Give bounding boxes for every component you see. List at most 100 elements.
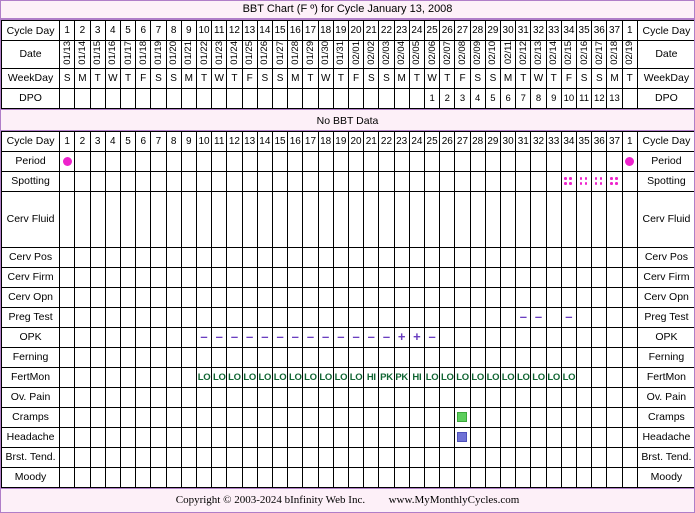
preg_test-cell-6[interactable] [135,306,152,328]
headache-cell-33[interactable] [545,426,562,448]
brst_tend-cell-21[interactable] [363,446,380,468]
ferning-cell-16[interactable] [287,346,304,368]
moody-cell-12[interactable] [226,466,243,488]
cerv_opn-cell-3[interactable] [89,286,106,308]
cramps-cell-3[interactable] [89,406,106,428]
headache-cell-30[interactable] [499,426,517,448]
cerv_pos-cell-20[interactable] [347,246,365,268]
ferning-cell-30[interactable] [499,346,517,368]
ov_pain-cell-30[interactable] [499,386,517,408]
footer-site-link[interactable]: www.MyMonthlyCycles.com [389,494,520,506]
preg_test-cell-37[interactable] [606,306,623,328]
headache-cell-32[interactable] [530,426,547,448]
cramps-cell-15[interactable] [271,406,289,428]
cerv_pos-cell-13[interactable] [241,246,258,268]
fertmon-cell-4[interactable] [104,366,121,388]
cerv_firm-cell-14[interactable] [256,266,273,288]
ferning-cell-5[interactable] [119,346,137,368]
ferning-cell-24[interactable] [408,346,425,368]
opk-cell-18[interactable]: – [317,326,334,348]
preg_test-cell-1[interactable] [59,306,76,328]
spotting-cell-26[interactable] [439,170,456,192]
cerv_firm-cell-10[interactable] [195,266,213,288]
cerv_firm-cell-1[interactable] [59,266,76,288]
spotting-cell-21[interactable] [363,170,380,192]
cerv_pos-cell-27[interactable] [454,246,471,268]
preg_test-cell-25[interactable] [423,306,441,328]
headache-cell-5[interactable] [119,426,137,448]
cerv_opn-cell-38[interactable] [621,286,638,308]
headache-cell-23[interactable] [393,426,410,448]
headache-cell-16[interactable] [287,426,304,448]
brst_tend-cell-38[interactable] [621,446,638,468]
cramps-cell-29[interactable] [484,406,502,428]
cerv_fluid-cell-28[interactable] [469,190,486,248]
headache-cell-31[interactable] [515,426,532,448]
period-cell-33[interactable] [545,150,562,172]
spotting-cell-27[interactable] [454,170,471,192]
cramps-cell-24[interactable] [408,406,425,428]
headache-cell-14[interactable] [256,426,273,448]
fertmon-cell-10[interactable]: LO [195,366,213,388]
cerv_fluid-cell-5[interactable] [119,190,137,248]
period-cell-8[interactable] [165,150,182,172]
preg_test-cell-16[interactable] [287,306,304,328]
opk-cell-36[interactable] [591,326,608,348]
fertmon-cell-19[interactable]: LO [332,366,349,388]
preg_test-cell-11[interactable] [211,306,228,328]
cramps-cell-27[interactable] [454,406,471,428]
spotting-cell-25[interactable] [423,170,441,192]
ov_pain-cell-10[interactable] [195,386,213,408]
cerv_opn-cell-25[interactable] [423,286,441,308]
cerv_firm-cell-17[interactable] [302,266,319,288]
cerv_fluid-cell-12[interactable] [226,190,243,248]
cerv_fluid-cell-36[interactable] [591,190,608,248]
brst_tend-cell-4[interactable] [104,446,121,468]
cerv_opn-cell-34[interactable] [560,286,578,308]
cerv_pos-cell-10[interactable] [195,246,213,268]
ferning-cell-33[interactable] [545,346,562,368]
opk-cell-34[interactable] [560,326,578,348]
spotting-cell-34[interactable] [560,170,578,192]
period-cell-10[interactable] [195,150,213,172]
fertmon-cell-16[interactable]: LO [287,366,304,388]
period-cell-22[interactable] [378,150,395,172]
cramps-cell-7[interactable] [150,406,167,428]
ferning-cell-10[interactable] [195,346,213,368]
headache-cell-8[interactable] [165,426,182,448]
spotting-cell-31[interactable] [515,170,532,192]
spotting-cell-8[interactable] [165,170,182,192]
cerv_pos-cell-5[interactable] [119,246,137,268]
cerv_opn-cell-29[interactable] [484,286,502,308]
ferning-cell-17[interactable] [302,346,319,368]
cramps-cell-38[interactable] [621,406,638,428]
opk-cell-27[interactable] [454,326,471,348]
cramps-cell-12[interactable] [226,406,243,428]
preg_test-cell-10[interactable] [195,306,213,328]
cerv_opn-cell-2[interactable] [74,286,91,308]
spotting-cell-22[interactable] [378,170,395,192]
spotting-cell-5[interactable] [119,170,137,192]
ov_pain-cell-22[interactable] [378,386,395,408]
moody-cell-26[interactable] [439,466,456,488]
cramps-cell-10[interactable] [195,406,213,428]
spotting-cell-13[interactable] [241,170,258,192]
cerv_fluid-cell-21[interactable] [363,190,380,248]
ferning-cell-7[interactable] [150,346,167,368]
cerv_fluid-cell-35[interactable] [576,190,593,248]
preg_test-cell-3[interactable] [89,306,106,328]
period-cell-38[interactable] [621,150,638,172]
headache-cell-36[interactable] [591,426,608,448]
opk-cell-35[interactable] [576,326,593,348]
moody-cell-34[interactable] [560,466,578,488]
ov_pain-cell-20[interactable] [347,386,365,408]
cramps-cell-11[interactable] [211,406,228,428]
cerv_opn-cell-21[interactable] [363,286,380,308]
period-cell-31[interactable] [515,150,532,172]
period-cell-26[interactable] [439,150,456,172]
headache-cell-10[interactable] [195,426,213,448]
cerv_firm-cell-19[interactable] [332,266,349,288]
preg_test-cell-28[interactable] [469,306,486,328]
cramps-cell-20[interactable] [347,406,365,428]
cerv_firm-cell-30[interactable] [499,266,517,288]
